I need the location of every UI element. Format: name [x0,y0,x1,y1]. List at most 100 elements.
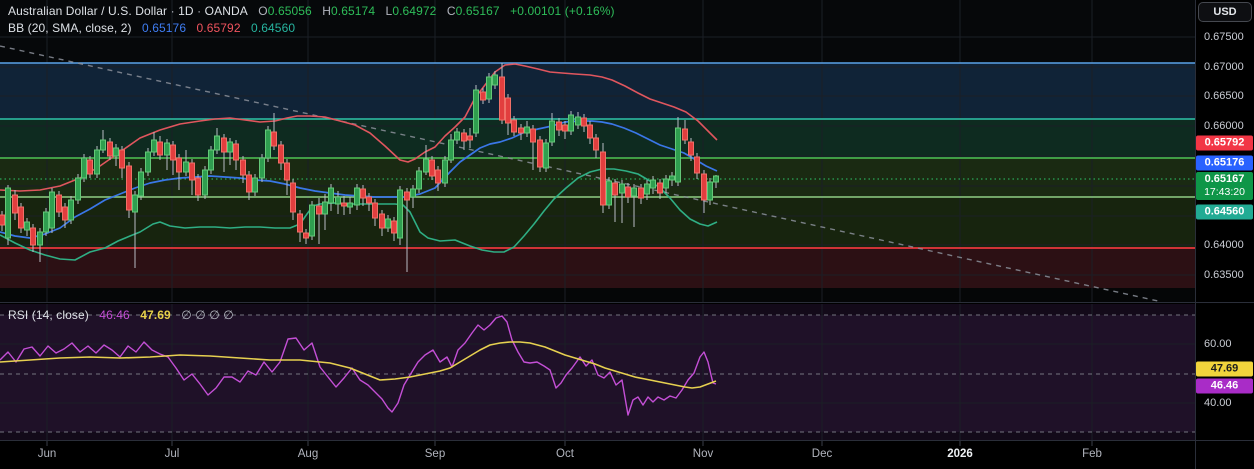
candle-body [429,159,435,177]
price-axis-label: 0.66500 [1204,90,1244,102]
time-axis-label: Oct [556,448,574,460]
rsi-indicator-title[interactable]: RSI (14, close) [8,308,89,322]
candle-body [366,196,372,204]
candle-body [335,196,341,205]
candle-body [208,149,214,171]
price-axis-label: 0.67500 [1204,31,1244,43]
close-label: C [446,4,456,18]
rsi-ma-value: 47.69 [140,308,171,322]
candle-body [252,177,258,193]
price-badge: 0.65176 [1196,155,1253,171]
exchange-label[interactable]: OANDA [205,4,248,18]
candle-body [675,127,681,183]
candle-body [233,143,239,161]
candle-body [30,227,36,246]
candle-body [189,162,195,181]
candle-body [164,142,170,156]
candle-body [43,211,49,233]
bb-indicator-title[interactable]: BB (20, SMA, close, 2) [8,21,132,35]
rsi-indicator-header[interactable]: RSI (14, close) 46.46 47.69 ∅ ∅ ∅ ∅ [8,308,234,322]
candle-body [694,156,700,174]
rsi-empty-values: ∅ ∅ ∅ ∅ [181,308,234,322]
high-value: 0.65174 [331,4,376,18]
bb-indicator-header[interactable]: BB (20, SMA, close, 2) 0.65176 0.65792 0… [8,21,295,35]
rsi-axis-label: 60.00 [1204,338,1232,350]
candle-body [176,157,182,173]
time-axis-label: Sep [424,448,446,460]
candle-body [5,187,11,239]
candle-body [37,231,43,246]
candle-body [492,74,498,86]
candle-body [435,169,441,184]
candle-body [397,189,403,239]
candle-body [612,182,618,196]
candle-body [341,202,347,207]
candle-body [240,159,246,176]
candle-body [94,149,100,175]
low-value: 0.64972 [392,4,437,18]
candle-body [100,139,106,151]
candle-body [549,120,555,143]
symbol-title[interactable]: Australian Dollar / U.S. Dollar [8,4,167,18]
candle-body [328,187,334,204]
currency-button[interactable]: USD [1198,2,1252,22]
candle-body [657,182,663,194]
candle-body [581,117,587,127]
candle-body [170,144,176,161]
candle-body [644,183,650,195]
candle-body [183,161,189,173]
candle-body [284,162,290,181]
candle-body [650,179,656,189]
candle-body [631,187,637,197]
candle-body [81,157,87,179]
candle-body [56,194,62,213]
candle-body [442,159,448,184]
candle-body [480,91,486,101]
candle-body [416,170,422,190]
candle-body [606,180,612,206]
candle-body [151,139,157,153]
candle-body [322,201,328,215]
candle-body [145,151,151,173]
bb-lower-value: 0.64560 [251,21,296,35]
price-axis-label: 0.66000 [1204,120,1244,132]
candle-body [278,144,284,164]
candle-body [410,188,416,198]
candle-body [202,169,208,196]
candle-body [562,124,568,132]
candle-body [568,114,574,132]
candle-body [556,121,562,131]
candle-body [303,232,309,239]
candle-body [638,187,644,199]
candle-body [68,199,74,221]
candle-body [132,194,138,213]
chart-canvas[interactable] [0,0,1254,469]
price-axis-label: 0.64000 [1204,239,1244,251]
candle-body [385,218,391,229]
candle-body [271,131,277,147]
candle-body [663,178,669,189]
candle-body [75,177,81,201]
candle-body [87,159,93,175]
candle-body [448,139,454,161]
candle-body [195,177,201,196]
time-axis-label: Jun [37,448,57,460]
candle-body [297,213,303,233]
high-label: H [322,4,332,18]
candle-body [587,124,593,139]
interval-label[interactable]: 1D [178,4,194,18]
close-value: 0.65167 [455,4,500,18]
candle-body [701,173,707,201]
price-badge: 0.65167 17:43:20 [1196,172,1253,200]
candle-body [316,205,322,215]
candle-body [138,171,144,197]
candle-body [537,139,543,168]
candle-body [259,157,265,179]
candle-body [524,126,530,134]
candle-body [499,76,505,121]
symbol-header: Australian Dollar / U.S. Dollar · 1D · O… [8,4,615,18]
candle-body [379,213,385,229]
candle-body [107,141,113,157]
candle-body [543,142,549,169]
price-zone [0,197,1195,248]
